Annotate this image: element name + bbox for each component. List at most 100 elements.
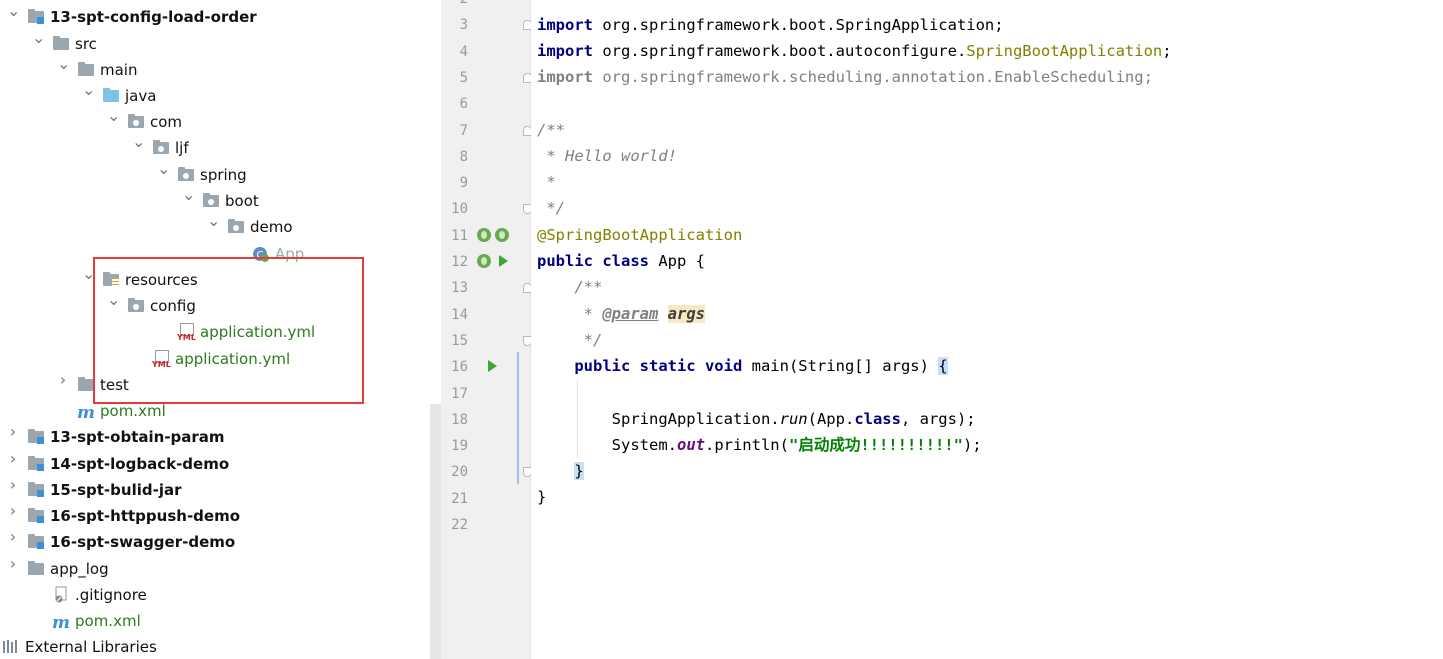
line-number: 12	[451, 254, 468, 270]
tree-item-13-spt-obtain-param[interactable]: › 13-spt-obtain-param	[0, 424, 430, 450]
line-number: 21	[451, 490, 468, 507]
line-number: 17	[451, 385, 468, 402]
code-line-5: import org.springframework.scheduling.an…	[537, 68, 1153, 86]
line-number: 6	[459, 96, 468, 113]
tree-item-application-yml[interactable]: YML application.yml	[0, 346, 430, 372]
chevron-right-icon[interactable]: ›	[7, 424, 19, 440]
tree-item-label: 16-spt-httppush-demo	[50, 507, 241, 525]
package-icon	[202, 192, 220, 208]
chevron-down-icon[interactable]: ⌄	[182, 187, 195, 203]
tree-item-label: test	[100, 376, 129, 394]
tree-item-gitignore[interactable]: .gitignore	[0, 582, 430, 608]
spring-bean-icon[interactable]	[477, 227, 491, 242]
tree-item-label: App	[275, 245, 305, 263]
gutter-line: 13	[441, 275, 532, 301]
code-editor[interactable]: import org.springframework.boot.SpringAp…	[531, 0, 1443, 659]
folder-icon	[77, 61, 95, 77]
indent-guide	[577, 380, 578, 458]
chevron-down-icon[interactable]: ⌄	[107, 292, 120, 308]
code-line-14: * @param args	[537, 305, 705, 323]
chevron-right-icon[interactable]: ›	[57, 372, 69, 388]
tree-item-pom-xml[interactable]: m pom.xml	[0, 608, 430, 634]
gutter-line: 8	[441, 144, 530, 170]
chevron-right-icon[interactable]: ›	[7, 477, 19, 493]
folder-icon	[27, 560, 45, 576]
chevron-down-icon[interactable]: ⌄	[57, 56, 70, 72]
chevron-right-icon[interactable]: ›	[7, 529, 19, 545]
spring-bean-icon[interactable]	[477, 254, 491, 268]
code-line-12: public class App {	[537, 252, 705, 270]
gutter-line: 11	[441, 223, 530, 249]
gutter-line: 14	[441, 302, 530, 328]
chevron-right-icon[interactable]: ›	[7, 451, 19, 467]
code-line-11: @SpringBootApplication	[537, 226, 743, 244]
gutter-line: 3	[441, 12, 532, 38]
tree-item-resources[interactable]: ⌄ resources	[0, 266, 430, 293]
tree-item-application-yml[interactable]: YML application.yml	[0, 319, 430, 345]
tree-item-label: src	[75, 35, 97, 53]
tree-item-16-spt-swagger-demo[interactable]: › 16-spt-swagger-demo	[0, 529, 430, 555]
run-icon[interactable]	[499, 255, 508, 267]
tree-item-app[interactable]: C App	[0, 241, 430, 267]
code-line-16: public static void main(String[] args) {	[574, 357, 948, 375]
chevron-down-icon[interactable]: ⌄	[132, 134, 145, 150]
tree-item-ljf[interactable]: ⌄ ljf	[0, 134, 430, 161]
tree-item-com[interactable]: ⌄ com	[0, 108, 430, 135]
tree-scrollbar[interactable]	[430, 404, 441, 659]
tree-item-label: main	[100, 61, 138, 79]
module-folder-icon	[27, 8, 45, 24]
line-number: 15	[451, 332, 468, 349]
tree-item-demo[interactable]: ⌄ demo	[0, 213, 430, 240]
tree-item-external-libraries[interactable]: ›External Libraries	[0, 634, 430, 659]
spring-boot-icon[interactable]	[495, 227, 509, 242]
tree-item-app-log[interactable]: › app_log	[0, 556, 430, 582]
tree-item-test[interactable]: › test	[0, 372, 430, 398]
tree-item-pom-xml[interactable]: m pom.xml	[0, 398, 430, 424]
chevron-right-icon[interactable]: ›	[7, 556, 19, 572]
tree-item-16-spt-httppush-demo[interactable]: › 16-spt-httppush-demo	[0, 503, 430, 529]
tree-item-label: 15-spt-bulid-jar	[50, 481, 182, 499]
tree-item-label: spring	[200, 166, 247, 184]
chevron-down-icon[interactable]: ⌄	[7, 3, 20, 19]
gutter-line: 4	[441, 39, 530, 65]
chevron-down-icon[interactable]: ⌄	[157, 161, 170, 177]
chevron-down-icon[interactable]: ⌄	[82, 266, 95, 282]
line-number: 5	[459, 69, 468, 86]
tree-item-java[interactable]: ⌄ java	[0, 82, 430, 109]
module-folder-icon	[27, 507, 45, 523]
tree-item-15-spt-bulid-jar[interactable]: › 15-spt-bulid-jar	[0, 477, 430, 503]
tree-item-label: ljf	[175, 139, 189, 157]
line-number: 4	[459, 43, 468, 60]
tree-item-label: java	[125, 87, 157, 105]
module-folder-icon	[27, 481, 45, 497]
chevron-down-icon[interactable]: ⌄	[107, 108, 120, 124]
gutter-line: 12	[441, 249, 530, 275]
line-number: 14	[451, 306, 468, 323]
run-icon[interactable]	[488, 360, 497, 373]
code-line-21: }	[537, 488, 547, 506]
tree-item-main[interactable]: ⌄ main	[0, 56, 430, 83]
package-icon	[152, 139, 170, 155]
code-line-8: * Hello world!	[537, 147, 677, 165]
tree-item-spring[interactable]: ⌄ spring	[0, 161, 430, 188]
yml-file-icon: YML	[152, 350, 171, 369]
tree-item-13-spt-config-load-order[interactable]: ⌄ 13-spt-config-load-order	[0, 3, 430, 30]
gutter-line: 21	[441, 486, 530, 512]
line-number: 10	[451, 201, 468, 218]
tree-item-config[interactable]: ⌄ config	[0, 292, 430, 319]
line-number: 22	[451, 517, 468, 533]
chevron-down-icon[interactable]: ⌄	[82, 82, 95, 98]
tree-item-label: 14-spt-logback-demo	[50, 455, 230, 473]
chevron-down-icon[interactable]: ⌄	[207, 213, 220, 229]
chevron-right-icon[interactable]: ›	[7, 503, 19, 519]
tree-item-label: demo	[250, 218, 293, 236]
scope-indicator	[517, 352, 519, 484]
gutter-line: 22	[441, 512, 530, 538]
code-line-19: System.out.println("启动成功!!!!!!!!!!");	[537, 436, 982, 454]
code-line-10: */	[537, 199, 565, 217]
tree-item-label: 16-spt-swagger-demo	[50, 533, 236, 551]
line-number: 3	[459, 17, 468, 34]
chevron-down-icon[interactable]: ⌄	[32, 30, 45, 46]
tree-item-label: application.yml	[175, 350, 291, 368]
tree-item-14-spt-logback-demo[interactable]: › 14-spt-logback-demo	[0, 451, 430, 477]
